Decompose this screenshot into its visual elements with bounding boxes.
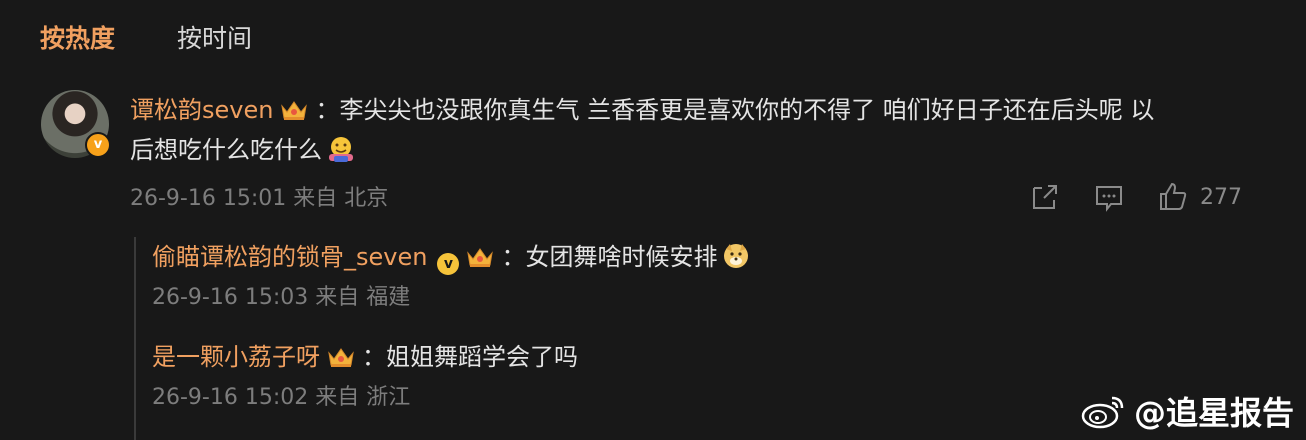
crown-icon [281, 101, 308, 120]
comment-meta: 26-9-16 15:01 来自 北京 [130, 186, 389, 211]
comment-actions: 277 [1028, 180, 1242, 214]
reply-thread: 偷瞄谭松韵的锁骨_seven v ：女团舞啥时候安排 26-9-16 15:03 … [134, 237, 1236, 440]
reply-separator: ： [362, 343, 386, 371]
verified-v-icon: v [437, 253, 460, 275]
share-icon[interactable] [1028, 180, 1062, 214]
crown-icon [467, 248, 494, 267]
tab-time[interactable]: 按时间 [177, 22, 252, 56]
comment-text-line2: 后想吃什么吃什么 [130, 136, 322, 164]
reply-username[interactable]: 是一颗小荔子呀 [152, 343, 320, 371]
reply-username[interactable]: 偷瞄谭松韵的锁骨_seven [152, 243, 427, 271]
reply-separator: ： [501, 243, 526, 271]
emoji-hug-icon [329, 137, 353, 162]
reply-meta: 26-9-16 15:02 来自 浙江 [152, 385, 411, 410]
comment-separator: ： [315, 96, 340, 124]
comment-text-line1: 李尖尖也没跟你真生气 兰香香更是喜欢你的不得了 咱们好日子还在后头呢 以 [339, 96, 1155, 124]
reply-text: 姐姐舞蹈学会了吗 [386, 343, 578, 371]
verified-badge-icon: v [85, 132, 111, 158]
like-icon[interactable] [1156, 180, 1190, 214]
comment-icon[interactable] [1092, 180, 1126, 214]
comment-username[interactable]: 谭松韵seven [130, 96, 273, 124]
reply-line: 是一颗小荔子呀 ：姐姐舞蹈学会了吗 [152, 337, 578, 377]
tab-hot[interactable]: 按热度 [40, 22, 115, 56]
sort-tabs: 按热度 按时间 [40, 22, 252, 56]
like-count: 277 [1200, 184, 1242, 210]
reply-item: 是一颗小荔子呀 ：姐姐舞蹈学会了吗 26-9-16 15:02 来自 浙江 [152, 337, 578, 413]
reply-text: 女团舞啥时候安排 [525, 243, 718, 271]
comment-line-2: 后想吃什么吃什么 [130, 130, 1250, 170]
avatar[interactable]: v [41, 90, 111, 158]
comment-line-1: 谭松韵seven ：李尖尖也没跟你真生气 兰香香更是喜欢你的不得了 咱们好日子还… [130, 90, 1250, 130]
reply-line: 偷瞄谭松韵的锁骨_seven v ：女团舞啥时候安排 [152, 237, 751, 277]
reply-meta: 26-9-16 15:03 来自 福建 [152, 285, 411, 310]
reply-item: 偷瞄谭松韵的锁骨_seven v ：女团舞啥时候安排 26-9-16 15:03 … [152, 237, 751, 313]
emoji-doge-icon [724, 244, 749, 268]
crown-icon [328, 348, 354, 367]
weibo-logo-icon [1081, 396, 1124, 429]
main-comment: 谭松韵seven ：李尖尖也没跟你真生气 兰香香更是喜欢你的不得了 咱们好日子还… [130, 90, 1250, 170]
watermark: @追星报告 [1080, 388, 1294, 434]
watermark-text: @追星报告 [1133, 394, 1294, 432]
